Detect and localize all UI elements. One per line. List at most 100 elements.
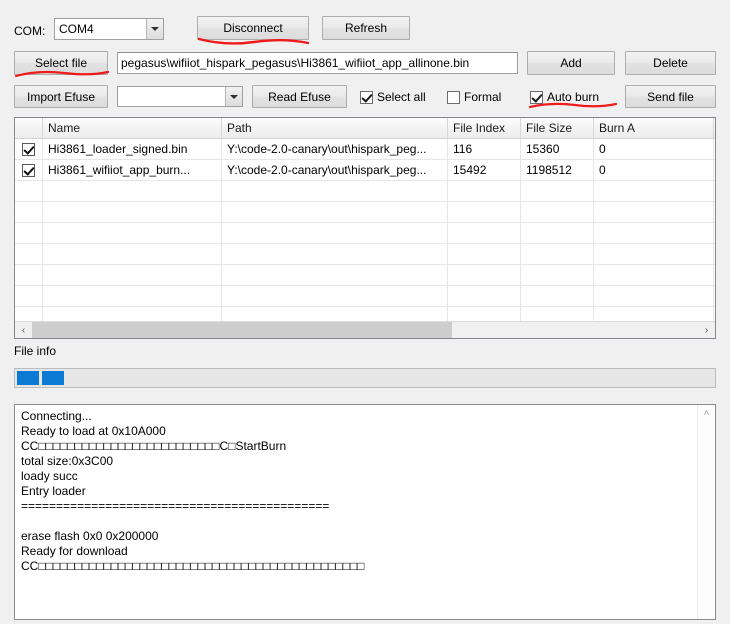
- select-all-label: Select all: [377, 90, 426, 104]
- chevron-down-icon[interactable]: [146, 19, 163, 39]
- file-list-grid[interactable]: Name Path File Index File Size Burn A Hi…: [14, 117, 716, 339]
- add-button[interactable]: Add: [527, 51, 615, 75]
- grid-header-path[interactable]: Path: [222, 118, 448, 138]
- disconnect-button[interactable]: Disconnect: [197, 16, 309, 40]
- cell-name: Hi3861_loader_signed.bin: [43, 139, 222, 159]
- file-info-label: File info: [14, 344, 57, 358]
- grid-header-file-index[interactable]: File Index: [448, 118, 521, 138]
- row-select-checkbox[interactable]: [15, 160, 43, 180]
- send-file-button[interactable]: Send file: [625, 85, 716, 108]
- table-row-empty[interactable]: [15, 223, 715, 244]
- table-row-empty[interactable]: [15, 265, 715, 286]
- table-row[interactable]: Hi3861_loader_signed.bin Y:\code-2.0-cana…: [15, 139, 715, 160]
- grid-header-row: Name Path File Index File Size Burn A: [15, 118, 715, 139]
- checkbox-icon: [22, 142, 35, 156]
- cell-empty: [521, 244, 594, 264]
- cell-burn-addr: 0: [594, 160, 714, 180]
- cell-file-index: 116: [448, 139, 521, 159]
- cell-empty: [43, 244, 222, 264]
- scrollbar-thumb[interactable]: [32, 321, 452, 338]
- cell-empty: [521, 202, 594, 222]
- cell-empty: [594, 223, 714, 243]
- cell-file-size: 15360: [521, 139, 594, 159]
- cell-empty: [222, 286, 448, 306]
- cell-empty: [43, 286, 222, 306]
- checkbox-icon: [360, 90, 373, 104]
- cell-empty: [594, 181, 714, 201]
- cell-burn-addr: 0: [594, 139, 714, 159]
- cell-empty: [448, 244, 521, 264]
- cell-empty: [15, 223, 43, 243]
- efuse-select[interactable]: [117, 86, 243, 107]
- cell-file-size: 1198512: [521, 160, 594, 180]
- cell-empty: [15, 244, 43, 264]
- cell-empty: [15, 202, 43, 222]
- cell-empty: [222, 202, 448, 222]
- cell-empty: [594, 202, 714, 222]
- checkbox-icon: [447, 90, 460, 104]
- file-path-input[interactable]: pegasus\wifiiot_hispark_pegasus\Hi3861_w…: [117, 52, 518, 74]
- table-row-empty[interactable]: [15, 202, 715, 223]
- cell-empty: [521, 265, 594, 285]
- cell-empty: [594, 265, 714, 285]
- cell-empty: [15, 265, 43, 285]
- chevron-down-icon[interactable]: [225, 87, 242, 106]
- cell-empty: [448, 181, 521, 201]
- com-port-value: COM4: [59, 22, 94, 36]
- cell-empty: [521, 286, 594, 306]
- cell-empty: [15, 181, 43, 201]
- cell-empty: [222, 223, 448, 243]
- progress-segment: [17, 371, 39, 385]
- scroll-up-icon[interactable]: ˄: [698, 405, 715, 422]
- table-row-empty[interactable]: [15, 181, 715, 202]
- cell-empty: [448, 286, 521, 306]
- scrollbar-track[interactable]: [32, 321, 698, 338]
- formal-label: Formal: [464, 90, 502, 104]
- grid-header-name[interactable]: Name: [43, 118, 222, 138]
- file-path-value: pegasus\wifiiot_hispark_pegasus\Hi3861_w…: [121, 56, 470, 70]
- checkbox-icon: [22, 163, 35, 177]
- cell-empty: [43, 181, 222, 201]
- read-efuse-button[interactable]: Read Efuse: [252, 85, 347, 108]
- cell-file-index: 15492: [448, 160, 521, 180]
- cell-path: Y:\code-2.0-canary\out\hispark_peg...: [222, 139, 448, 159]
- com-port-select[interactable]: COM4: [54, 18, 164, 40]
- cell-empty: [43, 223, 222, 243]
- grid-header-burn-addr[interactable]: Burn A: [594, 118, 714, 138]
- row-select-checkbox[interactable]: [15, 139, 43, 159]
- log-console[interactable]: Connecting... Ready to load at 0x10A000 …: [14, 404, 716, 620]
- log-output-text: Connecting... Ready to load at 0x10A000 …: [21, 409, 365, 573]
- cell-empty: [448, 223, 521, 243]
- scroll-right-icon[interactable]: ›: [698, 322, 715, 339]
- import-efuse-button[interactable]: Import Efuse: [14, 85, 108, 108]
- table-row-empty[interactable]: [15, 286, 715, 307]
- delete-button[interactable]: Delete: [625, 51, 716, 75]
- cell-empty: [43, 265, 222, 285]
- cell-empty: [43, 202, 222, 222]
- scroll-left-icon[interactable]: ‹: [15, 322, 32, 339]
- select-all-checkbox[interactable]: Select all: [360, 90, 426, 104]
- grid-horizontal-scrollbar[interactable]: ‹ ›: [15, 321, 715, 338]
- refresh-button[interactable]: Refresh: [322, 16, 410, 40]
- grid-header-file-size[interactable]: File Size: [521, 118, 594, 138]
- cell-empty: [594, 244, 714, 264]
- cell-empty: [594, 286, 714, 306]
- auto-burn-checkbox[interactable]: Auto burn: [530, 90, 599, 104]
- grid-header-checkbox[interactable]: [15, 118, 43, 138]
- cell-empty: [521, 181, 594, 201]
- select-file-button[interactable]: Select file: [14, 51, 108, 75]
- cell-empty: [222, 181, 448, 201]
- cell-name: Hi3861_wifiiot_app_burn...: [43, 160, 222, 180]
- com-port-label: COM:: [14, 24, 46, 38]
- cell-path: Y:\code-2.0-canary\out\hispark_peg...: [222, 160, 448, 180]
- formal-checkbox[interactable]: Formal: [447, 90, 501, 104]
- cell-empty: [222, 244, 448, 264]
- burn-progress-bar: [14, 368, 716, 388]
- table-row-empty[interactable]: [15, 244, 715, 265]
- cell-empty: [448, 202, 521, 222]
- cell-empty: [448, 265, 521, 285]
- cell-empty: [521, 223, 594, 243]
- cell-empty: [222, 265, 448, 285]
- log-vertical-scrollbar[interactable]: ˄: [697, 405, 715, 619]
- table-row[interactable]: Hi3861_wifiiot_app_burn... Y:\code-2.0-ca…: [15, 160, 715, 181]
